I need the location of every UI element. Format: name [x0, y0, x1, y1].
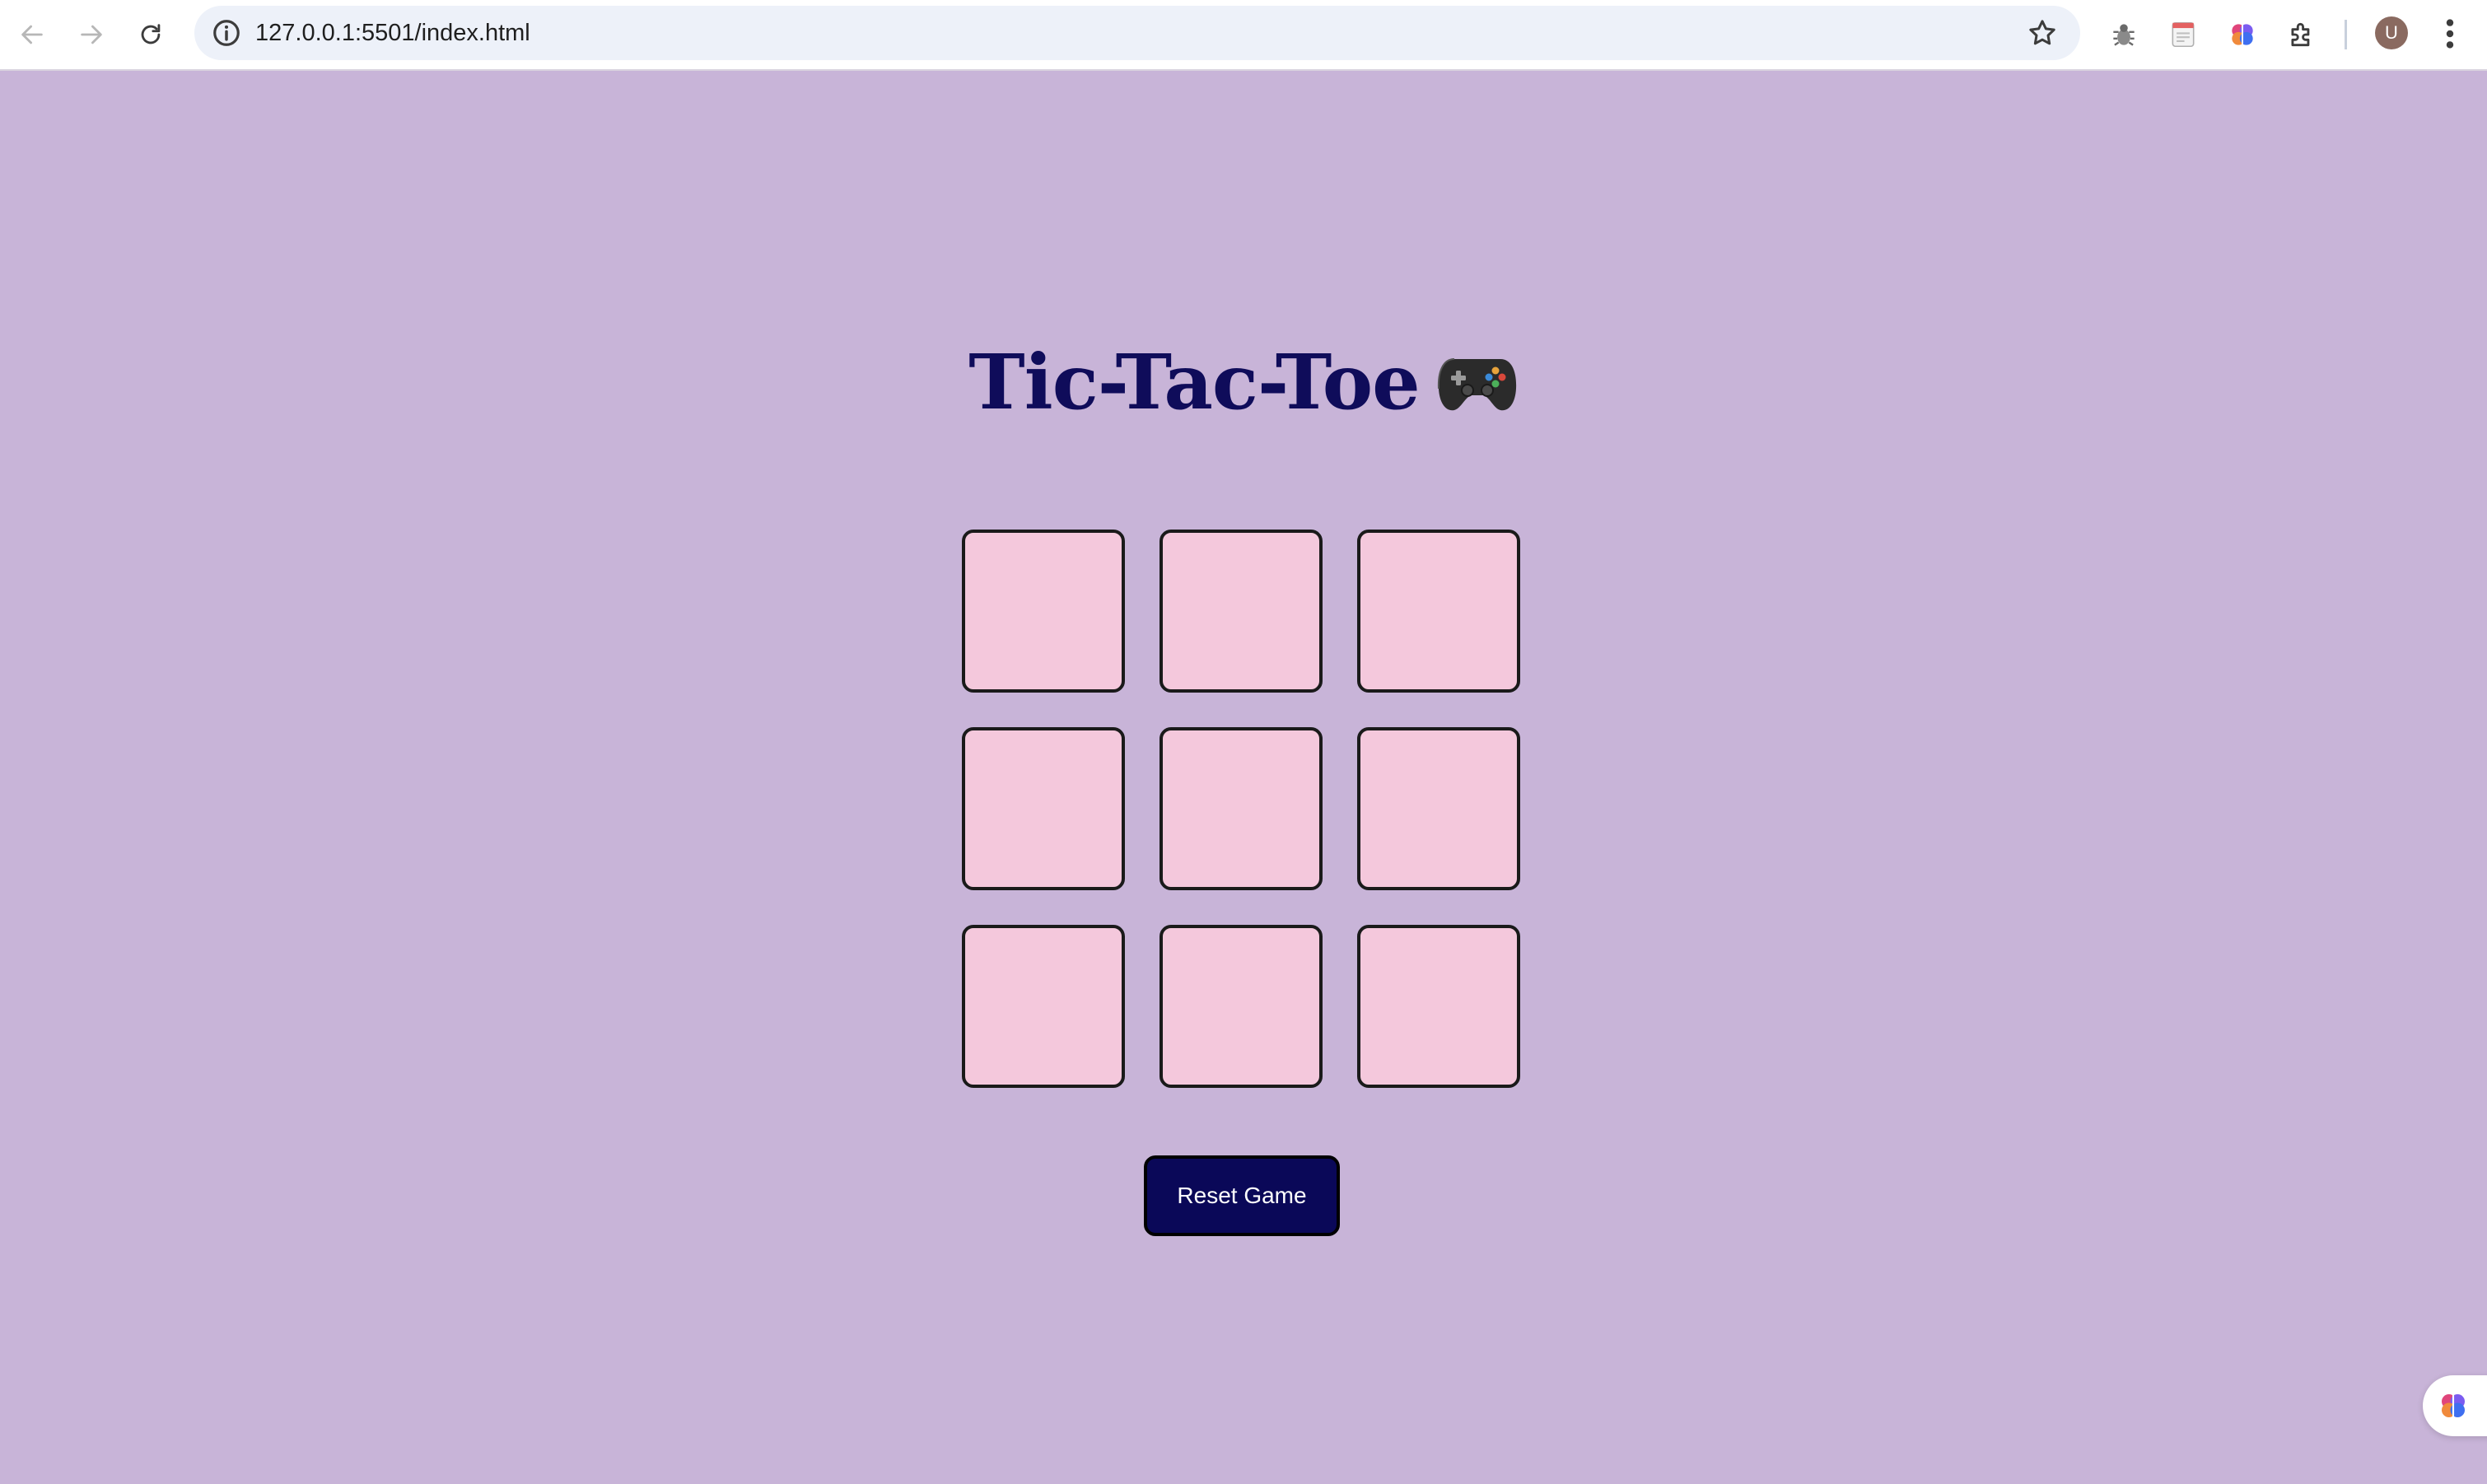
brain-extension-button[interactable] — [2223, 16, 2261, 54]
reload-button[interactable] — [128, 12, 173, 57]
star-icon[interactable] — [2026, 16, 2059, 49]
title-text: Tic-Tac-Toe — [968, 338, 1420, 427]
board-cell-2[interactable] — [1160, 530, 1323, 693]
puzzle-icon — [2291, 22, 2310, 47]
board-cell-9[interactable] — [1357, 925, 1520, 1088]
board-cell-1[interactable] — [962, 530, 1125, 693]
bug-extension-icon — [2113, 24, 2135, 46]
board-cell-7[interactable] — [962, 925, 1125, 1088]
arrow-left-icon — [21, 25, 43, 44]
board-cell-3[interactable] — [1357, 530, 1520, 693]
board-cell-6[interactable] — [1357, 727, 1520, 890]
board-cell-5[interactable] — [1160, 727, 1323, 890]
reload-icon — [141, 24, 161, 44]
bug-extension-button[interactable] — [2105, 16, 2143, 54]
arrow-right-icon — [81, 25, 102, 44]
profile-avatar[interactable]: U — [2375, 16, 2408, 49]
toolbar-divider — [2345, 20, 2347, 49]
url-text[interactable]: 127.0.0.1:5501/index.html — [255, 6, 530, 60]
board-cell-8[interactable] — [1160, 925, 1323, 1088]
address-bar[interactable]: 127.0.0.1:5501/index.html — [194, 6, 2080, 60]
browser-toolbar: 127.0.0.1:5501/index.html U — [0, 0, 2487, 71]
info-icon[interactable] — [211, 17, 242, 49]
page-title: Tic-Tac-Toe — [0, 338, 2487, 427]
brain-extension-icon — [2442, 1394, 2465, 1417]
brain-extension-icon — [2232, 24, 2253, 45]
floating-assistant-button[interactable] — [2423, 1375, 2487, 1436]
notes-extension-icon — [2172, 21, 2195, 48]
forward-button[interactable] — [69, 12, 114, 57]
back-button[interactable] — [10, 12, 54, 57]
game-board — [962, 530, 1523, 1091]
kebab-menu-icon[interactable] — [2434, 15, 2466, 53]
notes-extension-button[interactable] — [2164, 16, 2202, 54]
board-cell-4[interactable] — [962, 727, 1125, 890]
reset-game-button[interactable]: Reset Game — [1144, 1155, 1340, 1236]
extensions-button[interactable] — [2283, 16, 2321, 54]
game-controller-icon — [1437, 358, 1516, 411]
